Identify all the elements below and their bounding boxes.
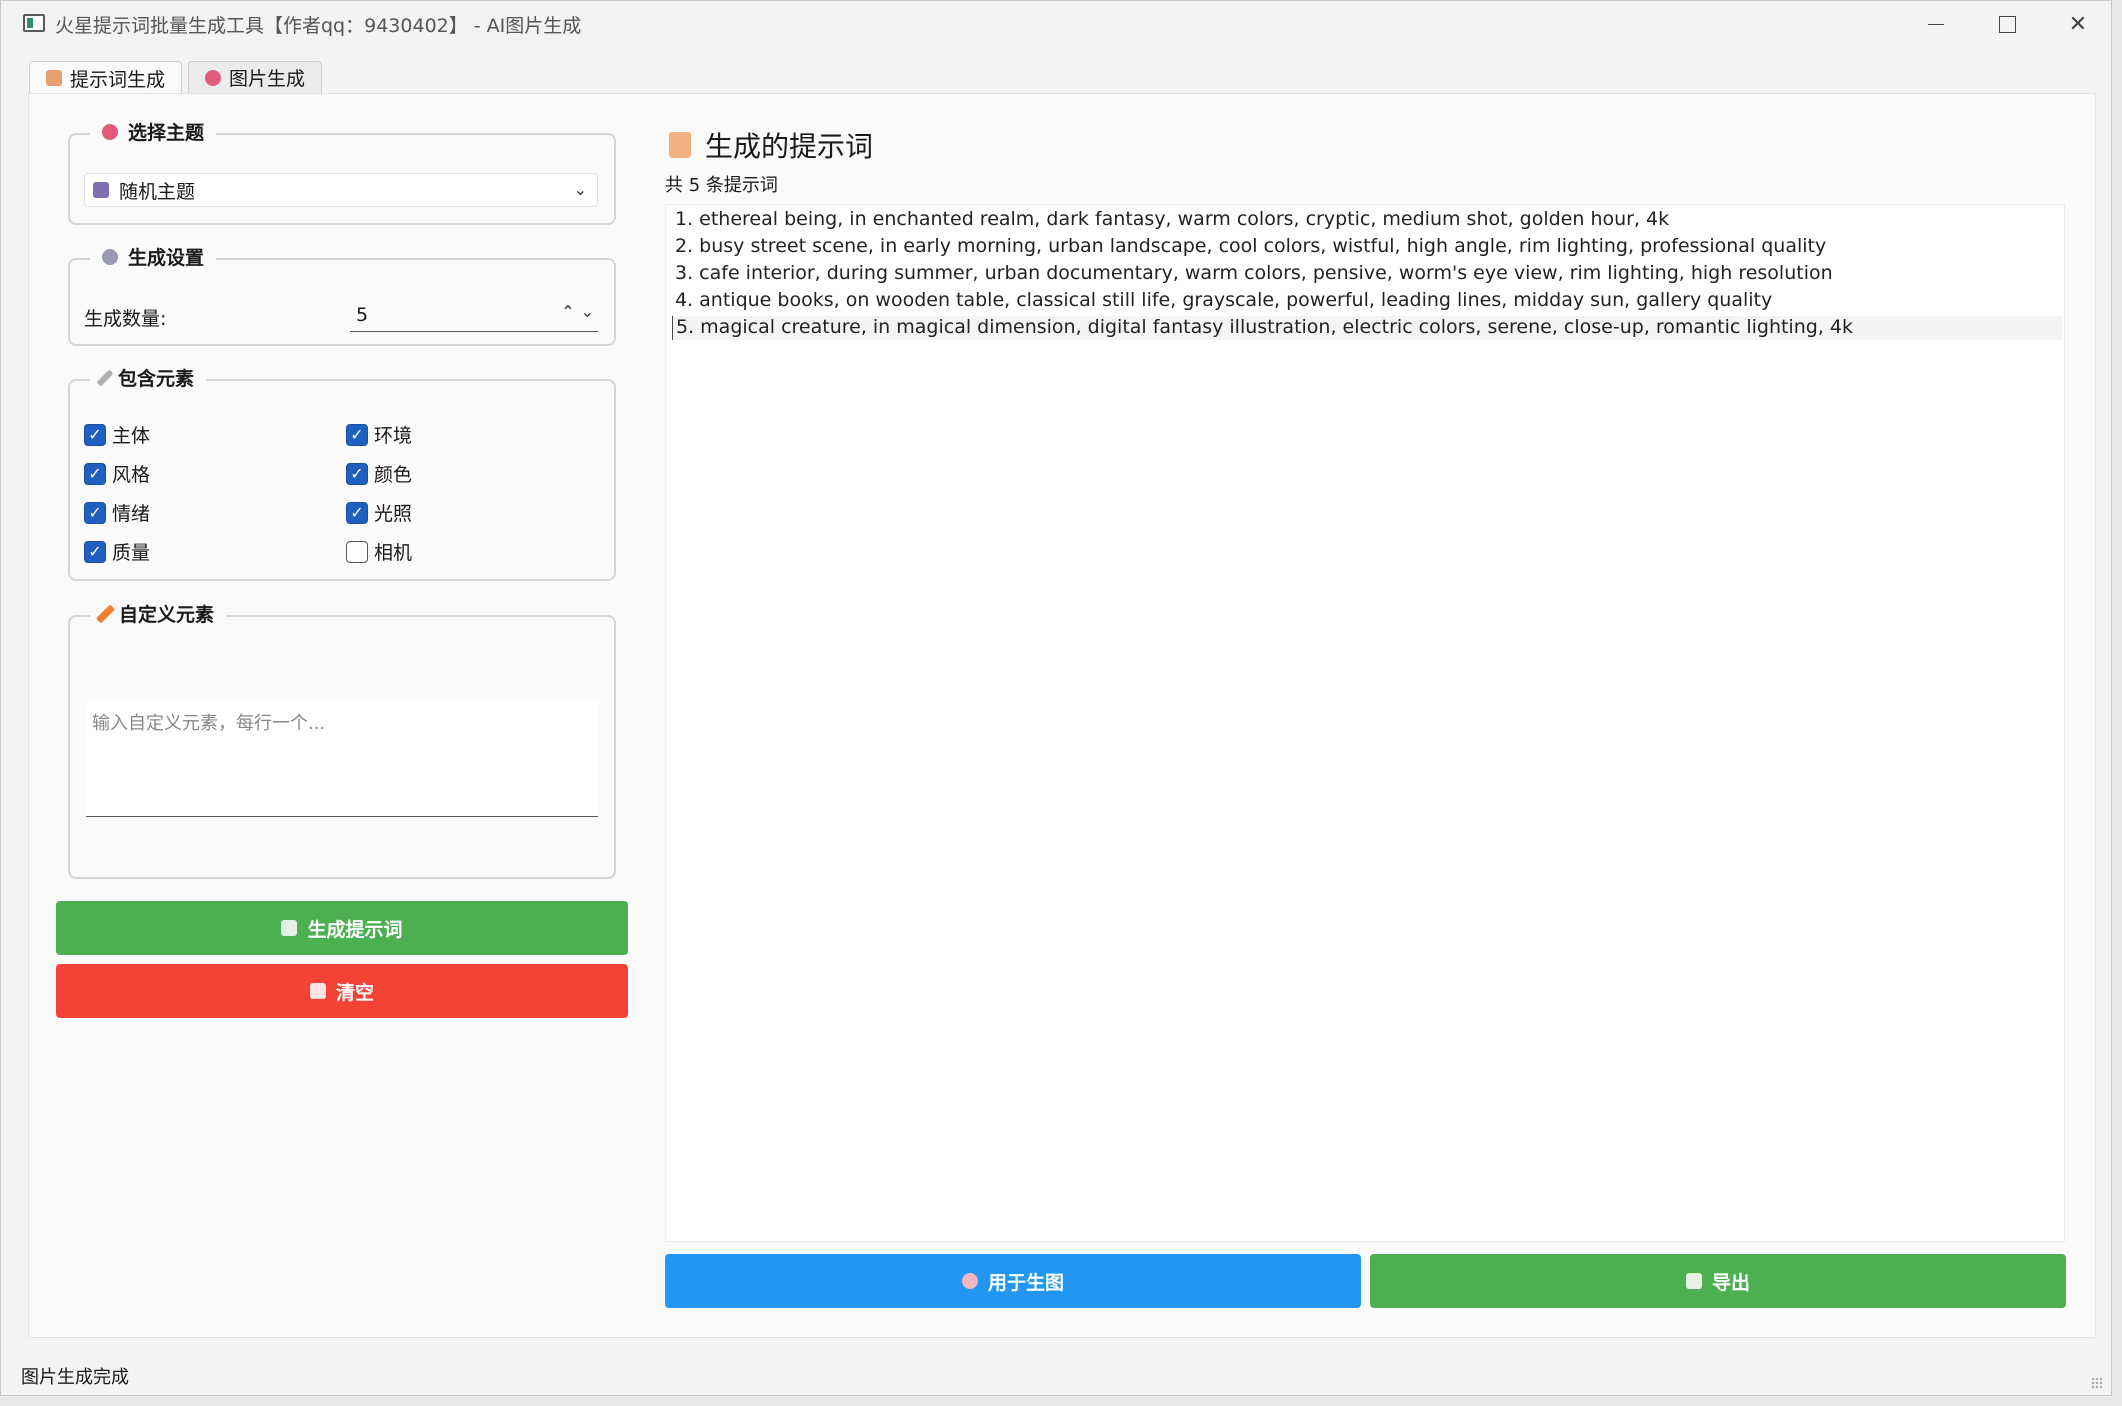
elements-group-title: 包含元素 [118, 368, 195, 390]
theme-group: 选择主题 随机主题 ⌄ [68, 118, 616, 225]
tab-prompt-generation[interactable]: 提示词生成 [29, 61, 183, 94]
checkbox-box[interactable] [346, 540, 368, 563]
checkbox-label: 环境 [374, 425, 413, 447]
checkbox-box[interactable]: ✓ [84, 462, 106, 485]
clear-button-label: 清空 [335, 981, 374, 1004]
chevron-down-icon: ⌄ [573, 180, 587, 199]
palette-icon [205, 69, 222, 86]
checkbox-box[interactable]: ✓ [346, 462, 368, 485]
theme-select[interactable]: 随机主题 ⌄ [84, 173, 598, 207]
palette-icon [102, 123, 118, 140]
custom-elements-group: 自定义元素 输入自定义元素，每行一个... [68, 600, 616, 879]
trash-icon [309, 983, 326, 999]
maximize-button[interactable] [1972, 1, 2042, 47]
document-icon [1685, 1273, 1702, 1289]
window-title: 火星提示词批量生成工具【作者qq：9430402】 - AI图片生成 [55, 15, 582, 37]
wrench-icon [96, 369, 114, 386]
checkbox-camera[interactable]: 相机 [346, 538, 412, 565]
prompt-line: 3. cafe interior, during summer, urban d… [675, 262, 1833, 284]
palette-icon [961, 1273, 978, 1289]
checkbox-label: 主体 [112, 425, 151, 447]
prompt-line: 4. antique books, on wooden table, class… [675, 289, 1773, 311]
export-button[interactable]: 导出 [1370, 1254, 2066, 1308]
checkbox-label: 颜色 [374, 464, 413, 486]
output-title: 生成的提示词 [669, 125, 873, 165]
checkbox-box[interactable]: ✓ [346, 423, 368, 446]
custom-elements-input[interactable]: 输入自定义元素，每行一个... [86, 701, 598, 817]
chevron-down-icon[interactable]: ⌄ [581, 302, 594, 321]
settings-group-title: 生成设置 [128, 247, 205, 269]
dice-icon [281, 920, 298, 936]
checkbox-label: 风格 [112, 464, 151, 486]
generate-button[interactable]: 生成提示词 [56, 901, 628, 955]
use-for-image-button-label: 用于生图 [987, 1271, 1064, 1294]
checkbox-box[interactable]: ✓ [84, 501, 106, 524]
group-title: 选择主题 [90, 118, 217, 145]
tab-image-generation[interactable]: 图片生成 [188, 61, 323, 93]
pencil-icon [95, 603, 116, 624]
checkbox-quality[interactable]: ✓ 质量 [84, 538, 150, 565]
settings-group: 生成设置 生成数量: 5 ⌃ ⌄ [68, 243, 616, 346]
tab-bar: 提示词生成 图片生成 [29, 61, 323, 94]
group-title: 包含元素 [90, 364, 207, 391]
prompt-line: 5. magical creature, in magical dimensio… [672, 316, 2062, 340]
checkbox-lighting[interactable]: ✓ 光照 [346, 499, 412, 526]
checkbox-mood[interactable]: ✓ 情绪 [84, 499, 150, 526]
output-title-text: 生成的提示词 [705, 130, 874, 163]
checkbox-box[interactable]: ✓ [84, 423, 106, 446]
count-label: 生成数量: [84, 308, 167, 330]
resize-grip-icon[interactable] [2091, 1377, 2103, 1389]
app-window: 火星提示词批量生成工具【作者qq：9430402】 - AI图片生成 ✕ 提示词… [0, 0, 2112, 1396]
prompt-count: 共 5 条提示词 [665, 175, 778, 196]
dice-icon [93, 182, 109, 198]
checkbox-label: 光照 [374, 503, 413, 525]
checkbox-environment[interactable]: ✓ 环境 [346, 421, 412, 448]
prompt-line: 1. ethereal being, in enchanted realm, d… [675, 208, 1670, 230]
checkbox-subject[interactable]: ✓ 主体 [84, 421, 150, 448]
checkbox-color[interactable]: ✓ 颜色 [346, 460, 412, 487]
checkbox-label: 质量 [112, 542, 151, 564]
export-button-label: 导出 [1711, 1271, 1750, 1294]
status-bar: 图片生成完成 [21, 1367, 129, 1388]
tab-label: 提示词生成 [70, 68, 166, 91]
prompt-line: 2. busy street scene, in early morning, … [675, 235, 1827, 257]
minimize-button[interactable] [1901, 1, 1971, 47]
generate-button-label: 生成提示词 [307, 918, 403, 941]
tab-label: 图片生成 [229, 68, 306, 90]
gear-icon [102, 248, 118, 265]
count-value: 5 [356, 303, 369, 326]
theme-select-value: 随机主题 [119, 180, 196, 203]
checkbox-box[interactable]: ✓ [346, 501, 368, 524]
checkbox-label: 相机 [374, 542, 413, 564]
close-button[interactable]: ✕ [2043, 1, 2113, 47]
chevron-up-icon[interactable]: ⌃ [561, 302, 574, 321]
use-for-image-button[interactable]: 用于生图 [665, 1254, 1361, 1308]
prompt-output-textarea[interactable]: 1. ethereal being, in enchanted realm, d… [665, 204, 2065, 1242]
theme-group-title: 选择主题 [128, 122, 205, 144]
count-spinbox[interactable]: 5 ⌃ ⌄ [350, 298, 598, 332]
custom-group-title: 自定义元素 [119, 604, 215, 626]
spin-arrows: ⌃ ⌄ [561, 302, 594, 321]
elements-group: 包含元素 ✓ 主体 ✓ 环境 ✓ 风格 ✓ 颜色 ✓ 情绪 ✓ 光照 ✓ 质量 [68, 364, 616, 581]
title-bar: 火星提示词批量生成工具【作者qq：9430402】 - AI图片生成 ✕ [1, 1, 2111, 47]
app-icon [23, 14, 45, 32]
checkbox-style[interactable]: ✓ 风格 [84, 460, 150, 487]
clear-button[interactable]: 清空 [56, 964, 628, 1018]
note-icon [46, 70, 62, 86]
group-title: 自定义元素 [90, 600, 227, 627]
group-title: 生成设置 [90, 243, 217, 270]
checkbox-label: 情绪 [112, 503, 151, 525]
checkbox-box[interactable]: ✓ [84, 540, 106, 563]
note-icon [669, 132, 691, 158]
